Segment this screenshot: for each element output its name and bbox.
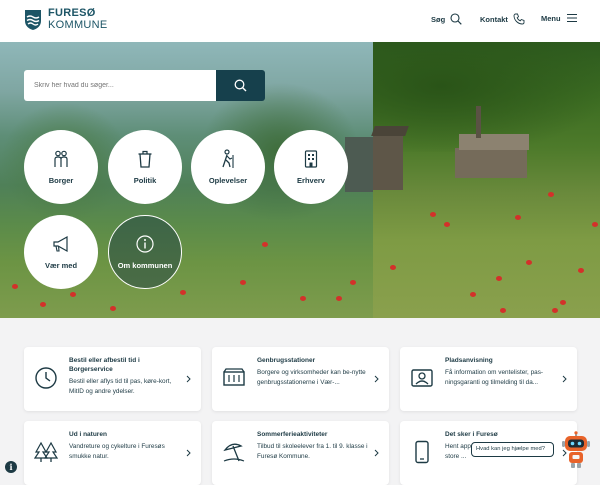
topic-vaer-med[interactable]: Vær med: [24, 215, 98, 289]
card-title: Sommerferieaktiviteter: [257, 431, 328, 438]
topic-erhverv[interactable]: Erhverv: [274, 130, 348, 204]
search-submit-button[interactable]: [216, 70, 265, 101]
hero-photo-right: [371, 42, 600, 318]
menu-nav-button[interactable]: Menu: [541, 13, 578, 23]
parasol-icon: [223, 443, 245, 462]
topic-label: Erhverv: [297, 176, 325, 185]
hamburger-menu-icon: [566, 14, 577, 22]
card-description: Få information om ventelister, pas-nings…: [445, 369, 544, 386]
bin-icon: [138, 150, 152, 168]
card-title: Genbrugsstationer: [257, 357, 316, 364]
chatbot-robot-icon[interactable]: [561, 431, 591, 469]
topic-label: Vær med: [44, 261, 78, 270]
logo-name-line2: KOMMUNE: [48, 19, 108, 31]
search-icon: [234, 79, 247, 92]
card-description: Bestil eller aflys tid til pas, køre-kor…: [69, 378, 172, 395]
child-photo-icon: [411, 369, 433, 387]
people-icon: [54, 150, 68, 167]
topic-borger[interactable]: Borger: [24, 130, 98, 204]
search-nav-button[interactable]: Søg: [431, 13, 462, 25]
card-title: Pladsanvisning: [445, 357, 493, 364]
topic-politik[interactable]: Politik: [108, 130, 182, 204]
card-title: Det sker i Furesø: [445, 431, 498, 438]
building-icon: [304, 150, 318, 168]
card-sommerferieaktiviteter[interactable]: Sommerferieaktiviteter Tilbud til skolee…: [212, 421, 389, 485]
card-borgerservice[interactable]: Bestil eller afbestil tid i Borgerservic…: [24, 347, 201, 411]
info-icon: [136, 235, 154, 253]
phone-handset-icon: [513, 13, 525, 25]
card-title: Ud i naturen: [69, 431, 107, 438]
megaphone-icon: [53, 235, 68, 253]
topic-label: Borger: [48, 176, 74, 185]
card-description: Borgere og virksomheder kan be-nytte gen…: [257, 369, 366, 386]
furesoe-logo[interactable]: FURESØ KOMMUNE: [24, 8, 108, 31]
card-title: Bestil eller afbestil tid i Borgerservic…: [69, 357, 140, 373]
logo-name-line1: FURESØ: [48, 7, 96, 19]
menu-nav-label: Menu: [541, 13, 561, 23]
card-description: Tilbud til skoleelever fra 1. til 9. kla…: [257, 443, 368, 460]
topic-om-kommunen[interactable]: Om kommunen: [108, 215, 182, 289]
topic-label: Politik: [133, 176, 157, 185]
search-nav-label: Søg: [431, 14, 446, 24]
topic-label: Om kommunen: [117, 261, 173, 270]
topic-oplevelser[interactable]: Oplevelser: [191, 130, 265, 204]
search-icon: [450, 13, 462, 25]
contact-nav-button[interactable]: Kontakt: [480, 13, 525, 25]
accessibility-info-button[interactable]: i: [5, 461, 17, 473]
topic-label: Oplevelser: [208, 176, 248, 185]
hiker-icon: [222, 149, 234, 168]
chevron-right-icon: [562, 375, 567, 383]
chevron-right-icon: [374, 449, 379, 457]
clock-icon: [35, 367, 57, 389]
chevron-right-icon: [374, 375, 379, 383]
trees-icon: [34, 441, 58, 462]
chevron-right-icon: [186, 449, 191, 457]
container-icon: [223, 368, 245, 386]
hero-search-field[interactable]: [24, 70, 216, 101]
phone-icon: [415, 440, 429, 464]
card-ud-i-naturen[interactable]: Ud i naturen Vandreture og cykelture i F…: [24, 421, 201, 485]
hero-section: Borger Politik Oplevelser Erhverv Vær me…: [0, 42, 600, 318]
coat-of-arms-icon: [25, 9, 41, 30]
site-header: FURESØ KOMMUNE Søg Kontakt Menu: [0, 0, 600, 42]
chevron-right-icon: [186, 375, 191, 383]
contact-nav-label: Kontakt: [480, 14, 508, 24]
chat-prompt-bubble[interactable]: Hvad kan jeg hjælpe med?: [471, 442, 554, 457]
search-input[interactable]: [24, 70, 216, 101]
card-description: Vandreture og cykelture i Furesøs smukke…: [69, 443, 165, 460]
card-pladsanvisning[interactable]: Pladsanvisning Få information om venteli…: [400, 347, 577, 411]
card-genbrugsstationer[interactable]: Genbrugsstationer Borgere og virksomhede…: [212, 347, 389, 411]
